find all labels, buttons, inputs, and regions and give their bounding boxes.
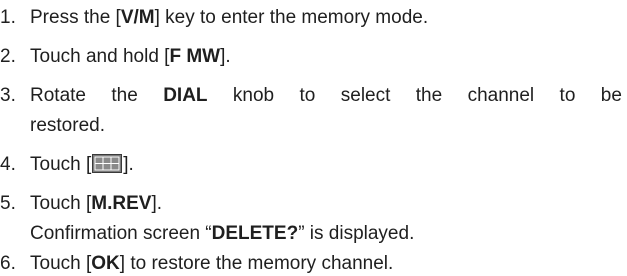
- step-text-pre: Touch [: [30, 193, 92, 214]
- step-note: Confirmation screen “DELETE?” is display…: [30, 222, 414, 246]
- step-text-pre: Touch [: [30, 154, 92, 175]
- step-text-justified: Rotate the DIAL knob to select the chann…: [30, 84, 622, 108]
- key-name: M.REV: [91, 193, 152, 214]
- word: select: [340, 85, 391, 106]
- word: the: [415, 85, 443, 106]
- word: knob: [232, 85, 275, 106]
- step-text: restored.: [30, 115, 105, 136]
- screen-message: DELETE?: [211, 223, 299, 244]
- key-name: F MW: [169, 46, 221, 67]
- step-number: 6.: [0, 253, 16, 274]
- step-text-post: ].: [123, 154, 134, 175]
- note-post: ” is displayed.: [298, 223, 415, 244]
- step-text-pre: Press the [: [30, 7, 121, 28]
- word: the: [111, 85, 138, 106]
- note-pre: Confirmation screen “: [30, 223, 212, 244]
- step-number: 5.: [0, 193, 16, 214]
- step-text: Touch [M.REV].: [30, 192, 162, 216]
- step-text-post: ] to restore the memory channel.: [119, 253, 394, 274]
- step-text-post: ].: [151, 193, 163, 214]
- word: to: [299, 85, 316, 106]
- key-name: V/M: [120, 7, 155, 28]
- key-name: OK: [91, 253, 120, 274]
- step-text: Touch [ ].: [30, 153, 134, 177]
- key-name: DIAL: [163, 85, 208, 106]
- step-text: Touch [OK] to restore the memory channel…: [30, 252, 393, 276]
- step-number: 4.: [0, 154, 16, 175]
- word: channel: [467, 85, 535, 106]
- step-number: 1.: [0, 7, 16, 28]
- word: Rotate: [30, 85, 86, 106]
- step-text-post: ] key to enter the memory mode.: [154, 7, 429, 28]
- step-text-pre: Touch [: [30, 253, 92, 274]
- word: be: [600, 85, 622, 106]
- grid-menu-icon: [92, 154, 123, 173]
- instruction-steps: 1. Press the [V/M] key to enter the memo…: [0, 0, 627, 276]
- step-text: Press the [V/M] key to enter the memory …: [30, 6, 428, 30]
- step-number: 2.: [0, 46, 16, 67]
- step-text-pre: Touch and hold [: [30, 46, 170, 67]
- step-text-post: ].: [220, 46, 231, 67]
- step-text: Touch and hold [F MW].: [30, 45, 231, 69]
- step-number: 3.: [0, 85, 16, 106]
- word: to: [559, 85, 576, 106]
